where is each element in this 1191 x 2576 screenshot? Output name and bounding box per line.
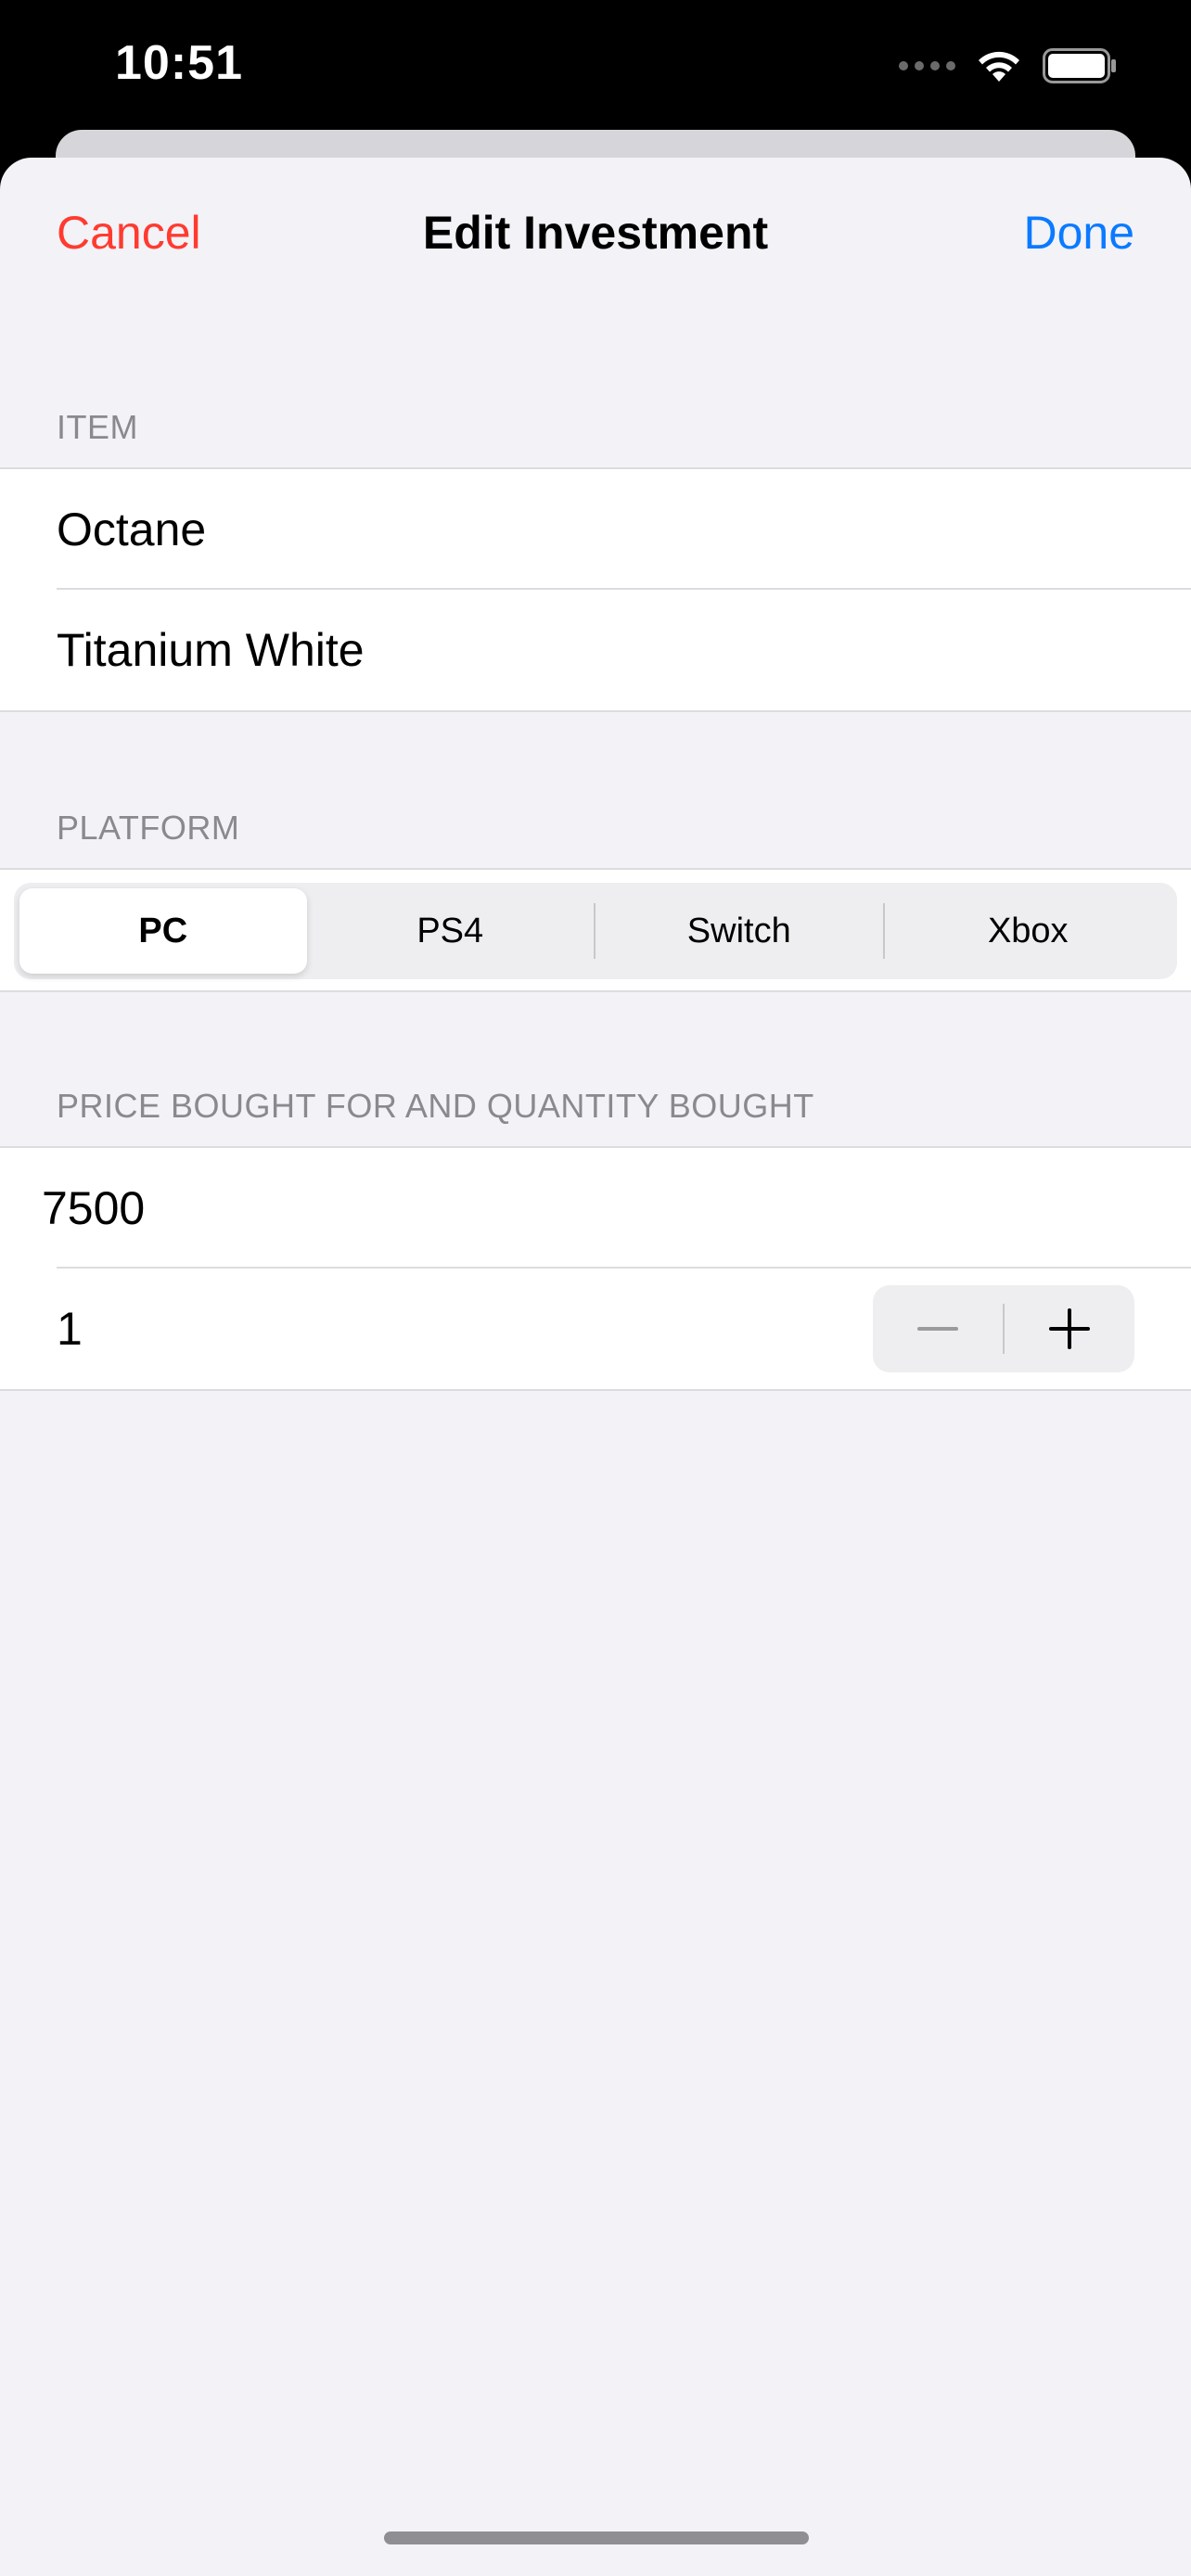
signal-dots-icon [899,61,955,70]
section-header-platform: PLATFORM [57,809,240,847]
item-variant-field[interactable]: Titanium White [0,590,1191,710]
quantity-stepper [873,1285,1134,1372]
segment-pc[interactable]: PC [19,888,307,974]
quantity-row: 1 [0,1269,1191,1389]
increment-button[interactable] [1005,1285,1134,1372]
status-bar: 10:51 [0,0,1191,139]
home-indicator[interactable] [384,2531,809,2544]
page-title: Edit Investment [422,207,769,259]
item-variant-value: Titanium White [57,624,365,676]
navigation-bar: Cancel Edit Investment Done [0,158,1191,315]
screen: 10:51 Cancel Edit Investment Done ITEM O… [0,0,1191,2576]
segment-switch[interactable]: Switch [596,888,883,974]
battery-icon [1043,48,1117,83]
wifi-icon [976,48,1022,83]
platform-group: PC PS4 Switch Xbox [0,868,1191,992]
price-field[interactable]: 7500 [0,1148,1191,1269]
status-time: 10:51 [115,36,243,90]
item-name-value: Octane [57,504,207,555]
section-header-price-quantity: PRICE BOUGHT FOR AND QUANTITY BOUGHT [57,1087,814,1125]
platform-segmented-control: PC PS4 Switch Xbox [14,883,1177,979]
decrement-button[interactable] [873,1285,1003,1372]
segment-xbox[interactable]: Xbox [885,888,1172,974]
minus-icon [917,1327,958,1331]
segment-ps4[interactable]: PS4 [307,888,595,974]
plus-icon [1049,1308,1090,1349]
quantity-value: 1 [57,1303,83,1355]
done-button[interactable]: Done [1023,206,1134,260]
item-name-field[interactable]: Octane [0,469,1191,590]
status-icons [899,48,1117,83]
edit-investment-sheet: Cancel Edit Investment Done ITEM Octane … [0,158,1191,2576]
item-group: Octane Titanium White [0,467,1191,712]
section-header-item: ITEM [57,408,138,446]
price-value: 7500 [42,1182,146,1234]
price-quantity-group: 7500 1 [0,1146,1191,1391]
